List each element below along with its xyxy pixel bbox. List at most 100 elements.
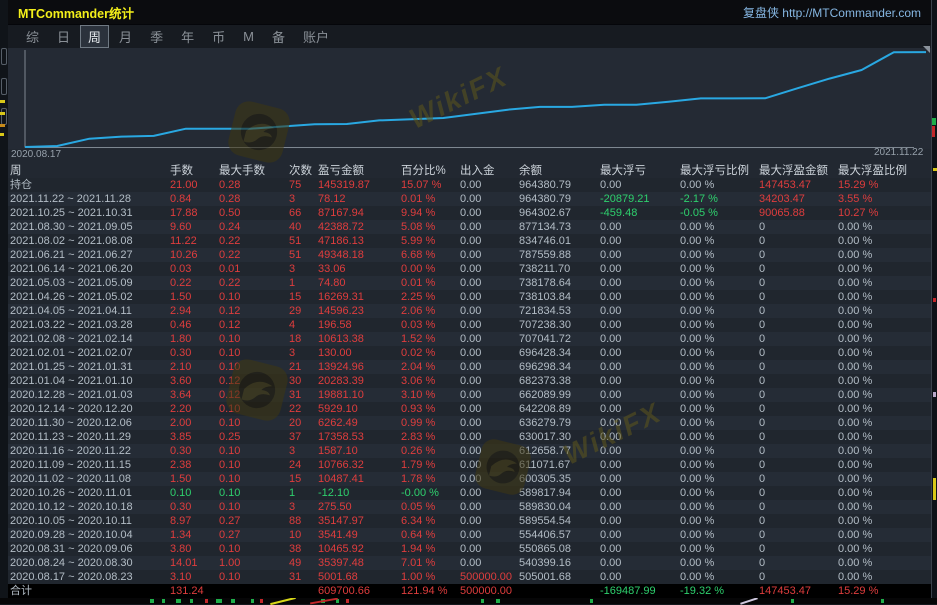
- column-header[interactable]: 最大浮盈比例: [838, 162, 907, 178]
- row-cell: 9.60: [170, 220, 191, 234]
- background-window-fragment: [933, 298, 936, 302]
- row-cell: 0.00: [600, 360, 621, 374]
- row-cell: 0.10: [219, 458, 240, 472]
- row-cell: 0.00 %: [680, 444, 714, 458]
- row-cell: 30: [289, 374, 301, 388]
- menu-item-币[interactable]: 币: [204, 25, 233, 48]
- table-row[interactable]: 2020.12.14 ~ 2020.12.202.200.10225929.10…: [8, 402, 931, 416]
- table-row[interactable]: 2020.09.28 ~ 2020.10.041.340.27103541.49…: [8, 528, 931, 542]
- table-row[interactable]: 2020.08.31 ~ 2020.09.063.800.103810465.9…: [8, 542, 931, 556]
- table-row[interactable]: 2021.06.14 ~ 2021.06.200.030.01333.060.0…: [8, 262, 931, 276]
- table-row[interactable]: 2021.06.21 ~ 2021.06.2710.260.225149348.…: [8, 248, 931, 262]
- menu-item-综[interactable]: 综: [18, 25, 47, 48]
- column-header[interactable]: 最大手数: [219, 162, 265, 178]
- table-row[interactable]: 2021.01.25 ~ 2021.01.312.100.102113924.9…: [8, 360, 931, 374]
- row-cell: 0.00: [460, 444, 481, 458]
- row-cell: 0: [759, 444, 765, 458]
- table-row[interactable]: 2021.05.03 ~ 2021.05.090.220.22174.800.0…: [8, 276, 931, 290]
- column-header[interactable]: 手数: [170, 162, 193, 178]
- row-cell: 75: [289, 178, 301, 192]
- column-header[interactable]: 周: [10, 162, 22, 178]
- background-window-fragment: [251, 599, 254, 603]
- row-cell: 13924.96: [318, 360, 364, 374]
- table-row[interactable]: 2020.11.16 ~ 2020.11.220.300.1031587.100…: [8, 444, 931, 458]
- table-row[interactable]: 持仓21.000.2875145319.8715.07 %0.00964380.…: [8, 178, 931, 192]
- row-cell: 15: [289, 472, 301, 486]
- row-cell: 0.00 %: [680, 388, 714, 402]
- row-cell: 0.00: [600, 276, 621, 290]
- table-row[interactable]: 2021.11.22 ~ 2021.11.280.840.28378.120.0…: [8, 192, 931, 206]
- row-cell: 2.10: [170, 360, 191, 374]
- menu-item-备[interactable]: 备: [264, 25, 293, 48]
- column-header[interactable]: 次数: [289, 162, 312, 178]
- row-cell: 505001.68: [519, 570, 571, 584]
- table-row[interactable]: 2020.12.28 ~ 2021.01.033.640.123119881.1…: [8, 388, 931, 402]
- app-window: MTCommander统计 复盘侠 http://MTCommander.com…: [8, 0, 932, 598]
- menu-item-M[interactable]: M: [235, 27, 262, 46]
- row-cell: 1.34: [170, 528, 191, 542]
- background-button-fragment: [1, 78, 7, 95]
- table-row[interactable]: 2021.03.22 ~ 2021.03.280.460.124196.580.…: [8, 318, 931, 332]
- table-row[interactable]: 2020.11.02 ~ 2020.11.081.500.101510487.4…: [8, 472, 931, 486]
- footer-cell: -169487.99: [600, 584, 656, 598]
- row-cell: 4: [289, 318, 295, 332]
- table-row[interactable]: 2020.11.09 ~ 2020.11.152.380.102410766.3…: [8, 458, 931, 472]
- menu-item-年[interactable]: 年: [173, 25, 202, 48]
- row-cell: 0: [759, 500, 765, 514]
- row-cell: 0.00: [460, 486, 481, 500]
- column-header[interactable]: 百分比%: [401, 162, 446, 178]
- row-cell: 877134.73: [519, 220, 571, 234]
- menu-item-季[interactable]: 季: [142, 25, 171, 48]
- table-row[interactable]: 2020.10.26 ~ 2020.11.010.100.101-12.10-0…: [8, 486, 931, 500]
- row-cell: 0.00: [600, 430, 621, 444]
- column-header[interactable]: 最大浮盈金额: [759, 162, 828, 178]
- row-cell: 738211.70: [519, 262, 570, 276]
- background-window-fragment: [481, 599, 484, 603]
- column-header[interactable]: 最大浮亏: [600, 162, 646, 178]
- table-row[interactable]: 2021.02.08 ~ 2021.02.141.800.101810613.3…: [8, 332, 931, 346]
- table-row[interactable]: 2020.11.30 ~ 2020.12.062.000.10206262.49…: [8, 416, 931, 430]
- row-cell: 0.00: [460, 500, 481, 514]
- table-row[interactable]: 2021.01.04 ~ 2021.01.103.600.123020283.3…: [8, 374, 931, 388]
- row-cell: 3.06 %: [401, 374, 435, 388]
- row-cell: 21.00: [170, 178, 198, 192]
- brand-link[interactable]: 复盘侠 http://MTCommander.com: [743, 4, 921, 21]
- table-row[interactable]: 2020.08.24 ~ 2020.08.3014.011.004935397.…: [8, 556, 931, 570]
- row-cell: 5001.68: [318, 570, 358, 584]
- column-header[interactable]: 余额: [519, 162, 542, 178]
- row-cell: 0: [759, 318, 765, 332]
- background-window-fragment: [932, 126, 935, 137]
- menu-item-账户[interactable]: 账户: [295, 25, 337, 48]
- menu-item-周[interactable]: 周: [80, 25, 109, 48]
- column-header[interactable]: 出入金: [460, 162, 495, 178]
- row-cell: 2021.06.21 ~ 2021.06.27: [10, 248, 133, 262]
- row-cell: -12.10: [318, 486, 349, 500]
- row-cell: 0.25: [219, 430, 240, 444]
- column-header[interactable]: 盈亏金额: [318, 162, 364, 178]
- table-row[interactable]: 2021.08.02 ~ 2021.08.0811.220.225147186.…: [8, 234, 931, 248]
- row-cell: 0.00 %: [838, 402, 872, 416]
- table-row[interactable]: 2020.10.05 ~ 2020.10.118.970.278835147.9…: [8, 514, 931, 528]
- row-cell: 17.88: [170, 206, 198, 220]
- table-row[interactable]: 2020.11.23 ~ 2020.11.293.850.253717358.5…: [8, 430, 931, 444]
- table-row[interactable]: 2020.10.12 ~ 2020.10.180.300.103275.500.…: [8, 500, 931, 514]
- background-window-fragment: [190, 599, 193, 603]
- table-row[interactable]: 2020.08.17 ~ 2020.08.233.100.10315001.68…: [8, 570, 931, 584]
- menu-item-月[interactable]: 月: [111, 25, 140, 48]
- table-row[interactable]: 2021.02.01 ~ 2021.02.070.300.103130.000.…: [8, 346, 931, 360]
- column-header[interactable]: 最大浮亏比例: [680, 162, 749, 178]
- row-cell: 35147.97: [318, 514, 364, 528]
- row-cell: 0.10: [219, 290, 240, 304]
- table-row[interactable]: 2021.04.26 ~ 2021.05.021.500.101516269.3…: [8, 290, 931, 304]
- row-cell: 0.00 %: [838, 262, 872, 276]
- menu-item-日[interactable]: 日: [49, 25, 78, 48]
- table-row[interactable]: 2021.08.30 ~ 2021.09.059.600.244042388.7…: [8, 220, 931, 234]
- title-bar: MTCommander统计 复盘侠 http://MTCommander.com: [8, 0, 931, 25]
- window-title: MTCommander统计: [18, 3, 134, 22]
- row-cell: 20283.39: [318, 374, 364, 388]
- row-cell: 2020.12.28 ~ 2021.01.03: [10, 388, 133, 402]
- table-row[interactable]: 2021.04.05 ~ 2021.04.112.940.122914596.2…: [8, 304, 931, 318]
- table-row[interactable]: 2021.10.25 ~ 2021.10.3117.880.506687167.…: [8, 206, 931, 220]
- row-cell: 2.20: [170, 402, 191, 416]
- row-cell: 51: [289, 234, 301, 248]
